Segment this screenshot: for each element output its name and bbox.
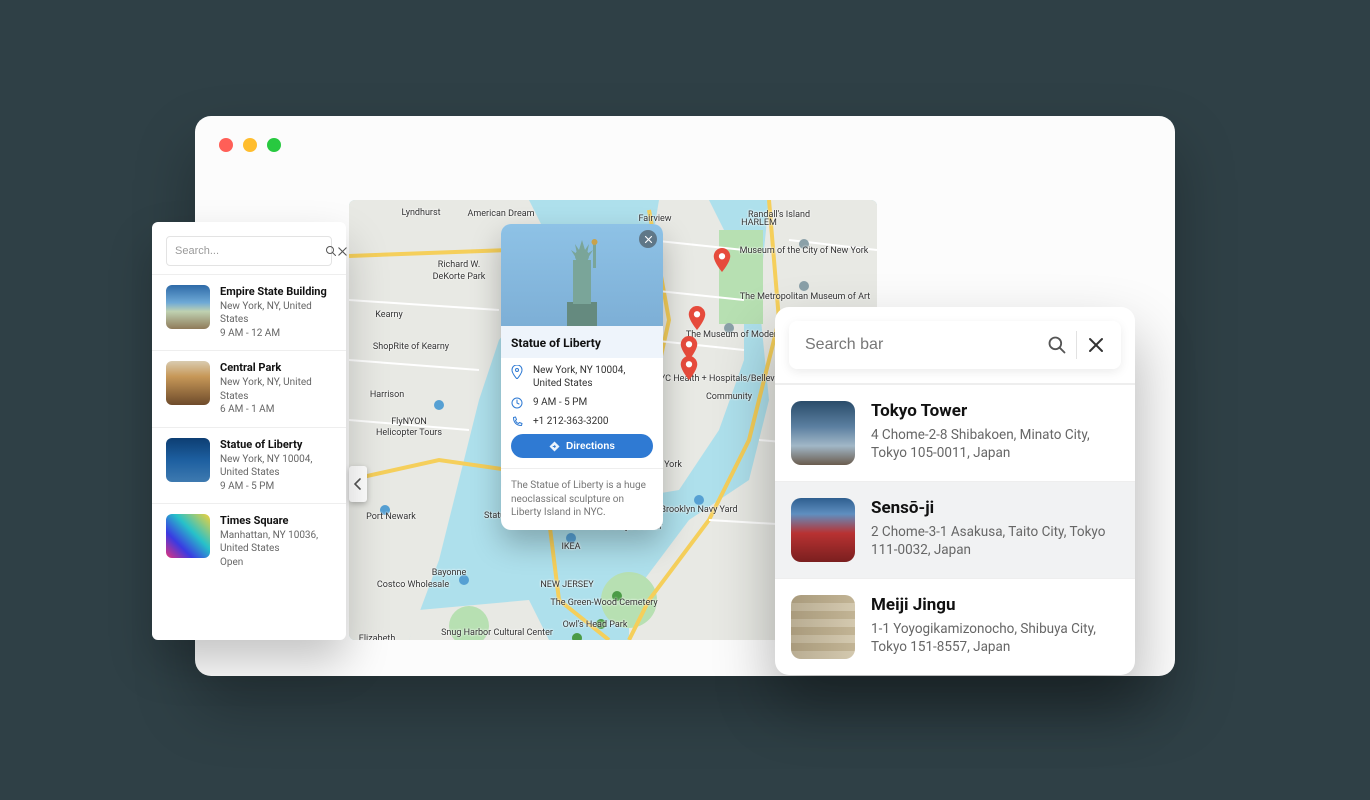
directions-icon	[549, 441, 560, 452]
search-icon[interactable]	[325, 245, 337, 257]
place-address: 4 Chome-2-8 Shibakoen, Minato City, Toky…	[871, 426, 1119, 462]
place-thumbnail	[791, 498, 855, 562]
place-thumbnail	[791, 595, 855, 659]
place-title: Times Square	[220, 514, 332, 529]
place-address: New York, NY, United States	[220, 376, 332, 403]
place-thumbnail	[166, 361, 210, 405]
popup-body: New York, NY 10004, United States 9 AM -…	[501, 358, 663, 468]
popup-address: New York, NY 10004, United States	[533, 364, 653, 390]
search-item-tokyo-tower[interactable]: Tokyo Tower 4 Chome-2-8 Shibakoen, Minat…	[775, 384, 1135, 481]
map-label: York	[664, 460, 682, 470]
place-address: New York, NY 10004, United States	[220, 453, 332, 480]
place-thumbnail	[166, 285, 210, 329]
map-pin-icon[interactable]	[688, 306, 706, 330]
popup-description: The Statue of Liberty is a huge neoclass…	[501, 468, 663, 530]
map-label: Snug Harbor Cultural Center	[441, 628, 553, 638]
window-maximize-icon[interactable]	[267, 138, 281, 152]
map-label: Randall's Island	[748, 210, 810, 220]
place-title: Tokyo Tower	[871, 401, 1119, 422]
close-icon[interactable]	[337, 246, 348, 257]
map-label: Elizabeth	[359, 634, 396, 640]
popup-title: Statue of Liberty	[501, 326, 663, 358]
window-minimize-icon[interactable]	[243, 138, 257, 152]
search-panel-input[interactable]	[805, 336, 1038, 354]
map-label: IKEA	[561, 542, 580, 552]
map-label: American Dream	[467, 209, 534, 219]
map-label: ShopRite of Kearny	[373, 342, 449, 352]
popup-phone: +1 212-363-3200	[533, 415, 609, 428]
map-label: Costco Wholesale	[377, 580, 449, 590]
place-hours: 6 AM - 1 AM	[220, 403, 332, 417]
place-address: 2 Chome-3-1 Asakusa, Taito City, Tokyo 1…	[871, 523, 1119, 559]
place-title: Statue of Liberty	[220, 438, 332, 453]
sidebar-list: Empire State Building New York, NY, Unit…	[152, 274, 346, 579]
search-item-sensoji[interactable]: Sensō-ji 2 Chome-3-1 Asakusa, Taito City…	[775, 481, 1135, 578]
search-panel-search	[789, 321, 1121, 369]
place-address: Manhattan, NY 10036, United States	[220, 529, 332, 556]
sidebar-collapse-handle[interactable]	[349, 466, 367, 502]
map-label: Museum of the City of New York	[740, 246, 869, 256]
map-label: Port Newark	[366, 512, 416, 522]
map-label: NEW JERSEY	[540, 580, 593, 590]
search-item-meiji-jingu[interactable]: Meiji Jingu 1-1 Yoyogikamizonocho, Shibu…	[775, 578, 1135, 675]
sidebar-item-statue-of-liberty[interactable]: Statue of Liberty New York, NY 10004, Un…	[152, 427, 346, 503]
map-label: Owl's Head Park	[563, 620, 628, 630]
sidebar-search	[166, 236, 332, 266]
map-label: DeKorte Park	[433, 272, 486, 282]
map-pin-icon[interactable]	[713, 248, 731, 272]
search-panel-list: Tokyo Tower 4 Chome-2-8 Shibakoen, Minat…	[775, 383, 1135, 675]
place-hours: 9 AM - 12 AM	[220, 327, 332, 341]
place-address: 1-1 Yoyogikamizonocho, Shibuya City, Tok…	[871, 620, 1119, 656]
map-label: Brooklyn Navy Yard	[660, 505, 737, 515]
sidebar-search-input[interactable]	[167, 245, 325, 257]
directions-label: Directions	[566, 441, 615, 452]
map-label: The Green-Wood Cemetery	[550, 598, 657, 608]
map-label: FlyNYON	[391, 417, 427, 427]
place-popup: Statue of Liberty New York, NY 10004, Un…	[501, 224, 663, 530]
place-thumbnail	[166, 438, 210, 482]
place-thumbnail	[791, 401, 855, 465]
map-label: Kearny	[375, 310, 402, 320]
sidebar-item-empire-state[interactable]: Empire State Building New York, NY, Unit…	[152, 274, 346, 350]
map-label: Helicopter Tours	[376, 428, 442, 438]
popup-hero-image	[501, 224, 663, 326]
place-title: Empire State Building	[220, 285, 332, 300]
popup-close-button[interactable]	[639, 230, 657, 248]
location-pin-icon	[511, 365, 525, 379]
map-label: Fairview	[638, 214, 671, 224]
map-label: Richard W.	[438, 260, 480, 270]
place-hours: Open	[220, 556, 332, 570]
close-icon[interactable]	[1077, 326, 1115, 364]
place-title: Meiji Jingu	[871, 595, 1119, 616]
phone-icon	[511, 416, 525, 428]
place-thumbnail	[166, 514, 210, 558]
window-close-icon[interactable]	[219, 138, 233, 152]
map-label: The Metropolitan Museum of Art	[740, 292, 871, 302]
map-label: Harrison	[370, 390, 404, 400]
place-address: New York, NY, United States	[220, 300, 332, 327]
search-icon[interactable]	[1038, 326, 1076, 364]
directions-button[interactable]: Directions	[511, 434, 653, 458]
map-label: Lyndhurst	[401, 208, 440, 218]
popup-hours: 9 AM - 5 PM	[533, 396, 587, 409]
map-label: Community	[706, 392, 752, 402]
sidebar-item-times-square[interactable]: Times Square Manhattan, NY 10036, United…	[152, 503, 346, 579]
map-pin-icon[interactable]	[680, 356, 698, 380]
place-title: Central Park	[220, 361, 332, 376]
place-title: Sensō-ji	[871, 498, 1119, 519]
places-sidebar: Empire State Building New York, NY, Unit…	[152, 222, 346, 640]
browser-header	[195, 116, 1175, 174]
clock-icon	[511, 397, 525, 409]
search-panel: Tokyo Tower 4 Chome-2-8 Shibakoen, Minat…	[775, 307, 1135, 675]
map-label: NYC Health + Hospitals/Bellevue	[654, 374, 785, 384]
place-hours: 9 AM - 5 PM	[220, 480, 332, 494]
sidebar-item-central-park[interactable]: Central Park New York, NY, United States…	[152, 350, 346, 426]
map-label: Bayonne	[432, 568, 466, 578]
